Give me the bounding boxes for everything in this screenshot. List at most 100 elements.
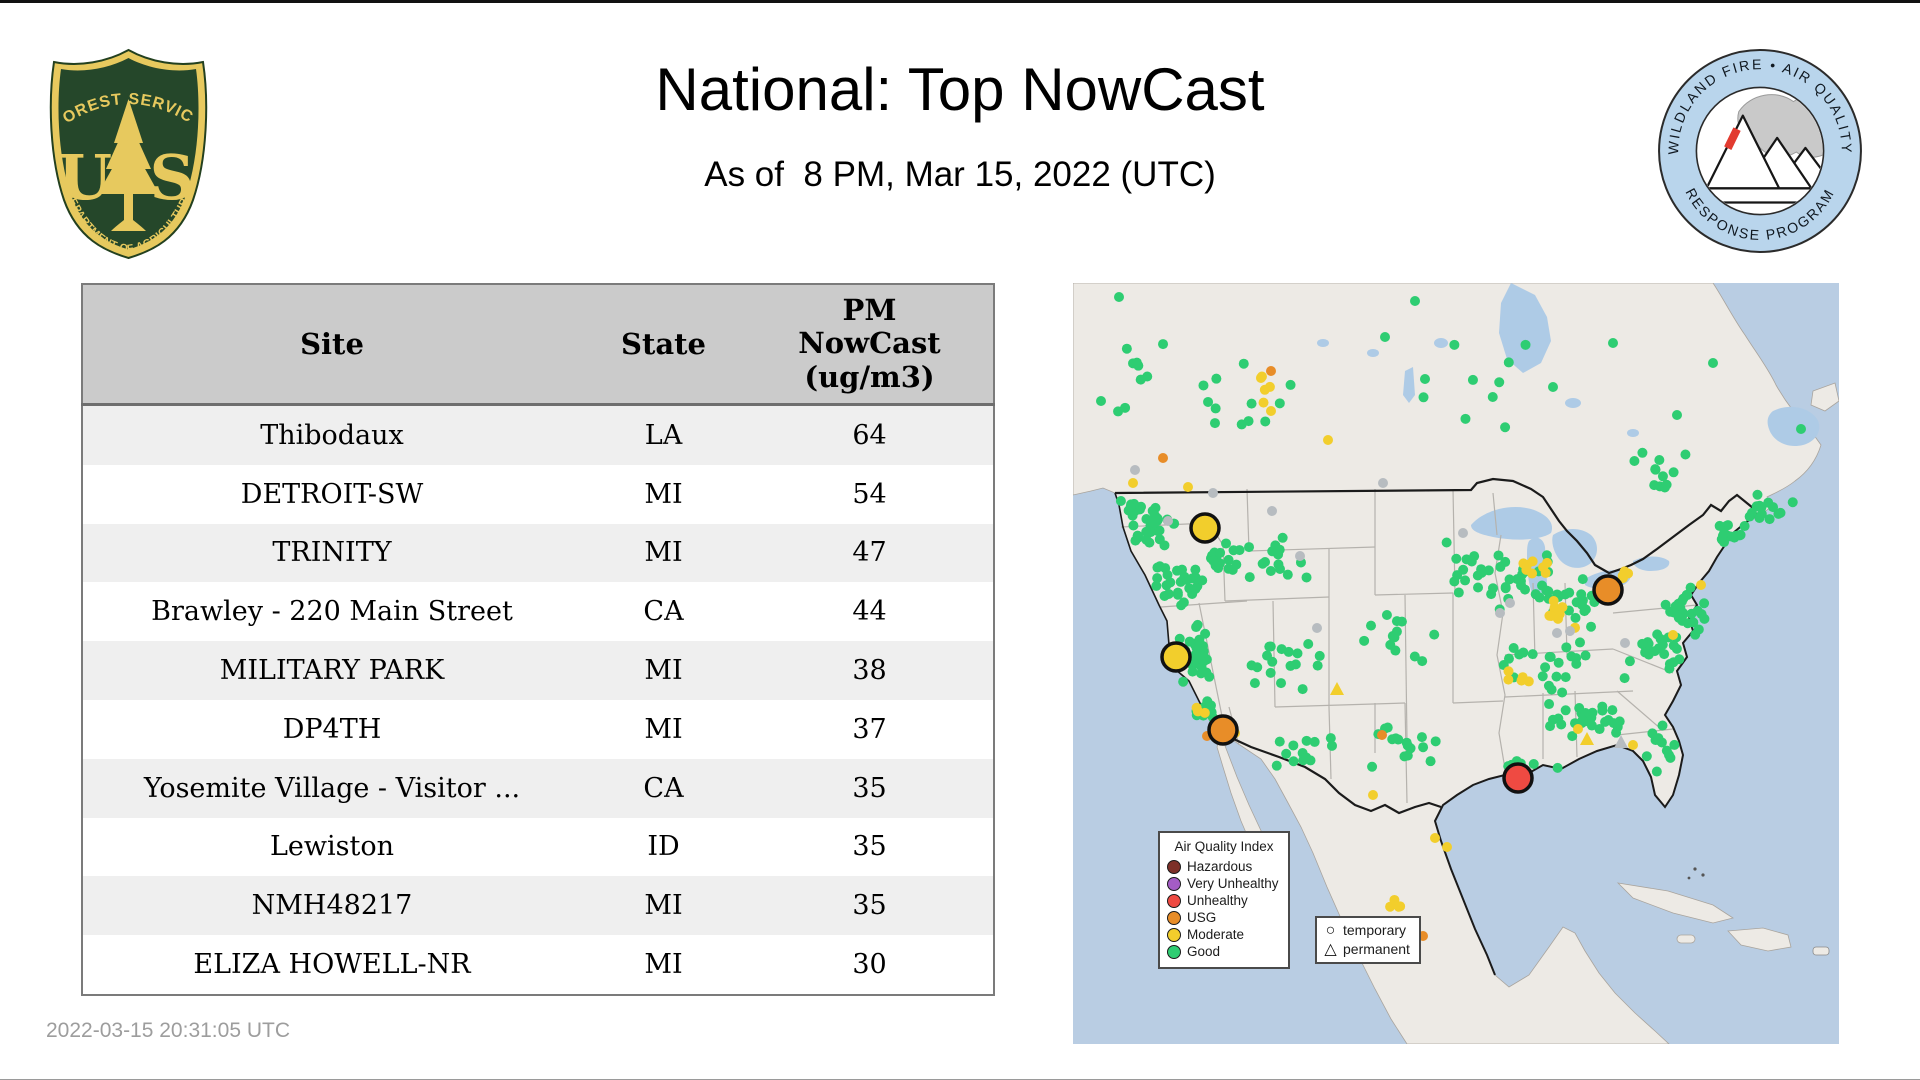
station-dot — [1176, 600, 1187, 611]
station-dot — [1265, 641, 1276, 652]
station-dot — [1163, 516, 1173, 526]
station-dot — [1096, 396, 1106, 406]
state-cell: MI — [644, 713, 683, 745]
top-site-marker — [1592, 574, 1624, 606]
station-dot — [1649, 480, 1660, 491]
station-dot — [1418, 392, 1429, 403]
station-dot — [1381, 610, 1392, 621]
table-row: DP4TH MI 37 — [82, 699, 994, 759]
station-dot — [1537, 580, 1548, 591]
station-dot — [1359, 635, 1370, 646]
station-dot — [1673, 612, 1684, 623]
station-dot — [1672, 410, 1682, 420]
station-dot — [1130, 465, 1140, 475]
top-site-marker — [1189, 512, 1221, 544]
top-site-marker — [1502, 762, 1534, 794]
station-dot — [1556, 719, 1567, 730]
station-dot — [1366, 620, 1377, 631]
station-dot — [1249, 678, 1260, 689]
station-dot — [1668, 467, 1679, 478]
station-dot — [1192, 706, 1203, 717]
table-row: Brawley - 220 Main Street CA 44 — [82, 582, 994, 642]
station-dot — [1430, 736, 1441, 747]
table-row: ELIZA HOWELL-NR MI 30 — [82, 935, 994, 995]
station-dot — [1393, 901, 1404, 912]
station-dot — [1708, 358, 1718, 368]
aqi-legend-label: Good — [1187, 944, 1221, 959]
station-dot — [1276, 644, 1287, 655]
page-title: National: Top NowCast — [655, 56, 1265, 123]
station-dot — [1768, 502, 1779, 513]
station-dot — [1608, 718, 1619, 729]
station-dot — [1114, 292, 1124, 302]
station-dot — [1669, 739, 1680, 750]
station-dot — [1473, 582, 1484, 593]
station-dot — [1274, 736, 1285, 747]
station-dot — [1154, 534, 1165, 545]
station-dot — [1453, 587, 1464, 598]
station-dot — [1152, 562, 1163, 573]
station-dot — [1659, 649, 1670, 660]
station-dot — [1503, 674, 1514, 685]
station-dot — [1654, 454, 1665, 465]
station-dot — [1527, 649, 1538, 660]
value-cell: 35 — [852, 831, 887, 863]
station-dot — [1416, 732, 1427, 743]
station-dot — [1503, 653, 1514, 664]
station-dot — [1410, 296, 1420, 306]
generated-timestamp: 2022-03-15 20:31:05 UTC — [46, 1019, 290, 1042]
station-dot — [1197, 575, 1208, 586]
station-dot — [1460, 575, 1471, 586]
value-cell: 38 — [852, 655, 887, 687]
station-dot — [1548, 382, 1558, 392]
top-site-marker — [1160, 641, 1192, 673]
station-dot — [1377, 730, 1387, 740]
station-dot — [1277, 532, 1288, 543]
station-dot — [1179, 571, 1190, 582]
station-dot — [1202, 696, 1213, 707]
state-cell: MI — [644, 655, 683, 687]
station-dot — [1624, 656, 1635, 667]
station-dot — [1121, 343, 1132, 354]
station-dot — [1131, 357, 1142, 368]
station-dot — [1653, 733, 1664, 744]
value-cell: 54 — [852, 478, 887, 510]
station-dot — [1744, 511, 1755, 522]
site-cell: Brawley - 220 Main Street — [151, 596, 513, 628]
station-dot — [1258, 397, 1269, 408]
station-dot — [1209, 418, 1220, 429]
station-dot — [1607, 705, 1618, 716]
station-dot — [1244, 572, 1255, 583]
station-dot — [1183, 482, 1193, 492]
aqi-map: Air Quality Index Hazardous Very Unhealth… — [1073, 283, 1839, 1044]
station-dot — [1203, 396, 1214, 407]
aqi-color-dot-icon — [1167, 927, 1181, 942]
station-dot — [1191, 622, 1202, 633]
value-cell: 35 — [852, 890, 887, 922]
station-dot — [1312, 623, 1322, 633]
wfaqrp-logo: WILDLAND FIRE • AIR QUALITY RESPONSE PRO… — [1658, 49, 1862, 253]
station-dot — [1544, 610, 1555, 621]
station-dot — [1132, 530, 1143, 541]
station-dot — [1538, 562, 1549, 573]
station-dot — [1285, 379, 1296, 390]
station-dot — [1620, 638, 1630, 648]
permanent-label: permanent — [1343, 941, 1410, 957]
site-cell: Thibodaux — [260, 419, 404, 451]
station-dot — [1493, 550, 1504, 561]
station-dot — [1552, 613, 1563, 624]
state-cell: ID — [647, 831, 680, 863]
station-dot — [1152, 513, 1163, 524]
station-dot — [1266, 406, 1276, 416]
legend-row-permanent: △ permanent — [1323, 940, 1413, 959]
station-dot — [1577, 574, 1588, 585]
top-site-marker — [1207, 714, 1239, 746]
station-dot — [1734, 530, 1745, 541]
station-dot — [1495, 608, 1505, 618]
station-dot — [1198, 380, 1209, 391]
state-cell: MI — [644, 890, 683, 922]
station-dot — [1552, 762, 1563, 773]
station-dot — [1487, 392, 1498, 403]
station-dot — [1368, 790, 1378, 800]
station-dot — [1518, 647, 1529, 658]
